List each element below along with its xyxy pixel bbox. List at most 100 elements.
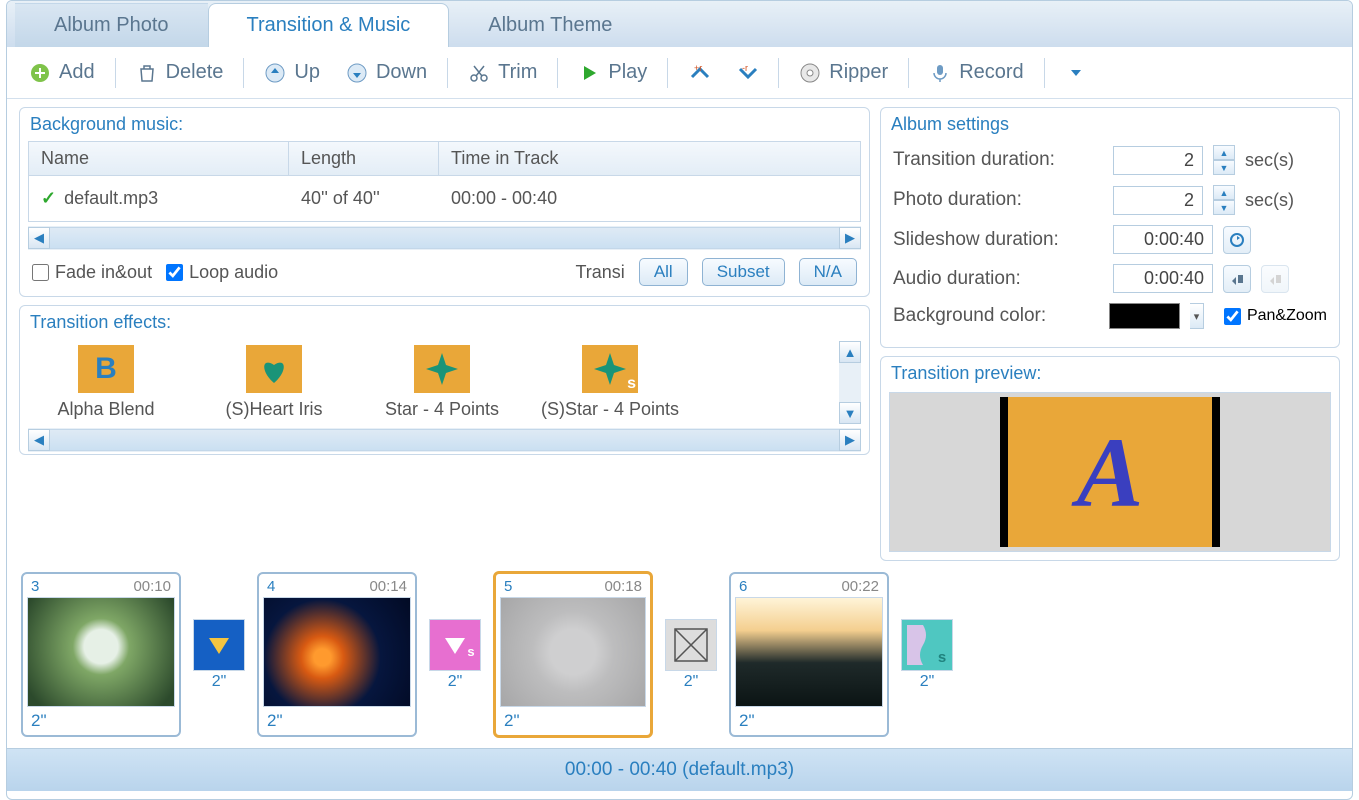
- record-label: Record: [959, 61, 1023, 84]
- fx-alpha-blend[interactable]: BAlpha Blend: [36, 345, 176, 420]
- scroll-down-icon[interactable]: ▼: [839, 402, 861, 424]
- delete-label: Delete: [166, 61, 224, 84]
- add-button[interactable]: Add: [19, 55, 105, 90]
- scroll-left-icon[interactable]: ◀: [28, 429, 50, 451]
- music-scrollbar[interactable]: ◀▶: [28, 226, 861, 250]
- music-length: 40'' of 40'': [289, 182, 439, 215]
- bgcolor-dropdown[interactable]: ▾: [1190, 303, 1204, 329]
- fade-checkbox[interactable]: Fade in&out: [32, 262, 152, 283]
- audio-dur-label: Audio duration:: [893, 268, 1103, 290]
- toolbar: Add Delete Up Down Trim Play +r -r Rippe…: [7, 47, 1352, 99]
- fx-heart-iris[interactable]: (S)Heart Iris: [204, 345, 344, 420]
- tab-album-theme[interactable]: Album Theme: [449, 3, 651, 47]
- play-icon: [578, 62, 600, 84]
- album-settings-panel: Album settings Transition duration:▲▼sec…: [880, 107, 1340, 348]
- slide-3[interactable]: 300:102": [21, 572, 181, 737]
- scissors-icon: [468, 62, 490, 84]
- zoom-out-button[interactable]: -r: [726, 56, 768, 90]
- zoom-out-icon: -r: [736, 62, 758, 84]
- timeline: 300:102" 2" 400:142" s2" 500:182" 2" 600…: [7, 561, 1352, 748]
- slide-6[interactable]: 600:222": [729, 572, 889, 737]
- check-icon: ✓: [41, 188, 56, 209]
- more-button[interactable]: [1055, 56, 1097, 90]
- slide-4[interactable]: 400:142": [257, 572, 417, 737]
- scroll-right-icon[interactable]: ▶: [839, 429, 861, 451]
- photo-dur-input[interactable]: [1113, 186, 1203, 215]
- sync-audio-button-2[interactable]: [1261, 265, 1289, 293]
- down-icon: [346, 62, 368, 84]
- preview-letter: A: [1077, 415, 1144, 530]
- col-name[interactable]: Name: [29, 142, 289, 175]
- transition-1[interactable]: 2": [193, 619, 245, 691]
- background-music-panel: Background music: Name Length Time in Tr…: [19, 107, 870, 297]
- preview-area: A: [889, 392, 1331, 552]
- svg-text:-r: -r: [742, 63, 748, 73]
- slide-thumb: [263, 597, 411, 707]
- up-button[interactable]: Up: [254, 55, 330, 90]
- loop-checkbox[interactable]: Loop audio: [166, 262, 278, 283]
- preview-panel: Transition preview: A: [880, 356, 1340, 561]
- status-bar: 00:00 - 00:40 (default.mp3): [7, 748, 1352, 791]
- col-time[interactable]: Time in Track: [439, 142, 860, 175]
- subset-button[interactable]: Subset: [702, 258, 785, 286]
- na-button[interactable]: N/A: [799, 258, 857, 286]
- ripper-label: Ripper: [829, 61, 888, 84]
- sync-audio-button[interactable]: [1223, 265, 1251, 293]
- photo-dur-label: Photo duration:: [893, 189, 1103, 211]
- bgcolor-swatch[interactable]: [1109, 303, 1180, 329]
- settings-title: Album settings: [883, 110, 1337, 139]
- slide-5[interactable]: 500:182": [493, 571, 653, 738]
- trans-dur-input[interactable]: [1113, 146, 1203, 175]
- tab-album-photo[interactable]: Album Photo: [15, 3, 208, 47]
- bg-music-title: Background music:: [22, 110, 867, 139]
- slide-dur-value: 0:00:40: [1113, 225, 1213, 254]
- music-name: default.mp3: [64, 188, 158, 209]
- col-length[interactable]: Length: [289, 142, 439, 175]
- refresh-button[interactable]: [1223, 226, 1251, 254]
- music-time: 00:00 - 00:40: [439, 182, 860, 215]
- transition-3[interactable]: 2": [665, 619, 717, 691]
- music-row[interactable]: ✓ default.mp3 40'' of 40'' 00:00 - 00:40: [29, 176, 860, 221]
- delete-button[interactable]: Delete: [126, 55, 234, 90]
- fx-star4[interactable]: Star - 4 Points: [372, 345, 512, 420]
- fx-title: Transition effects:: [22, 308, 867, 337]
- svg-text:+r: +r: [694, 63, 702, 73]
- fx-s-star4[interactable]: s(S)Star - 4 Points: [540, 345, 680, 420]
- down-label: Down: [376, 61, 427, 84]
- fx-hscroll[interactable]: ◀▶: [28, 428, 861, 452]
- scroll-right-icon[interactable]: ▶: [839, 227, 861, 249]
- up-label: Up: [294, 61, 320, 84]
- add-icon: [29, 62, 51, 84]
- record-button[interactable]: Record: [919, 55, 1033, 90]
- scroll-left-icon[interactable]: ◀: [28, 227, 50, 249]
- slide-thumb: [500, 597, 646, 707]
- tab-transition-music[interactable]: Transition & Music: [208, 3, 450, 47]
- all-button[interactable]: All: [639, 258, 688, 286]
- disc-icon: [799, 62, 821, 84]
- play-button[interactable]: Play: [568, 55, 657, 90]
- music-table: Name Length Time in Track ✓ default.mp3 4…: [28, 141, 861, 222]
- fx-vscroll[interactable]: ▲▼: [839, 341, 861, 424]
- trim-button[interactable]: Trim: [458, 55, 547, 90]
- bgcolor-label: Background color:: [893, 305, 1099, 327]
- zoom-in-icon: +r: [688, 62, 710, 84]
- mic-icon: [929, 62, 951, 84]
- scroll-up-icon[interactable]: ▲: [839, 341, 861, 363]
- transition-label: Transi: [575, 262, 624, 283]
- trans-dur-spinner[interactable]: ▲▼: [1213, 145, 1235, 175]
- zoom-in-button[interactable]: +r: [678, 56, 720, 90]
- up-icon: [264, 62, 286, 84]
- chevron-down-icon: [1065, 62, 1087, 84]
- down-button[interactable]: Down: [336, 55, 437, 90]
- preview-title: Transition preview:: [883, 359, 1337, 388]
- main-tabs: Album Photo Transition & Music Album The…: [7, 1, 1352, 47]
- transition-4[interactable]: s2": [901, 619, 953, 691]
- ripper-button[interactable]: Ripper: [789, 55, 898, 90]
- slide-thumb: [27, 597, 175, 707]
- audio-dur-value: 0:00:40: [1113, 264, 1213, 293]
- transition-effects-panel: Transition effects: BAlpha Blend (S)Hear…: [19, 305, 870, 455]
- panzoom-checkbox[interactable]: Pan&Zoom: [1224, 307, 1327, 325]
- add-label: Add: [59, 61, 95, 84]
- transition-2[interactable]: s2": [429, 619, 481, 691]
- photo-dur-spinner[interactable]: ▲▼: [1213, 185, 1235, 215]
